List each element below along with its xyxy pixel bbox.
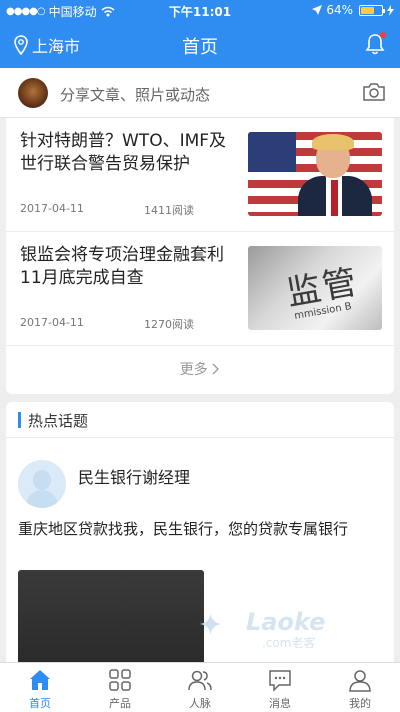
page-title: 首页 — [182, 37, 218, 58]
tab-label: 消息 — [269, 697, 291, 710]
contacts-icon — [188, 670, 212, 691]
battery-icon — [359, 4, 385, 16]
share-placeholder[interactable]: 分享文章、照片或动态 — [60, 84, 210, 105]
tab-label: 产品 — [109, 697, 131, 710]
watermark-logo: ✦ Laoke .com老客 — [198, 606, 348, 652]
news-title[interactable]: 银监会将专项治理金融套利 11月底完成自查 — [20, 244, 230, 290]
news-title[interactable]: 针对特朗普？WTO、IMF及世行联合警告贸易保护 — [20, 130, 230, 176]
tab-profile[interactable]: 我的 — [320, 663, 400, 712]
avatar-body — [26, 490, 58, 508]
news-card: 针对特朗普？WTO、IMF及世行联合警告贸易保护 2017-04-11 1411… — [6, 118, 394, 394]
avatar-head — [33, 470, 51, 490]
hot-topics-header: 热点话题 — [6, 402, 394, 438]
share-bar[interactable]: 分享文章、照片或动态 — [0, 68, 400, 118]
camera-icon[interactable] — [362, 82, 386, 102]
person-hair — [312, 134, 354, 150]
watermark-icon: ✦ — [198, 608, 224, 643]
flag-canton — [248, 132, 296, 172]
post-text[interactable]: 重庆地区贷款找我，民生银行，您的贷款专属银行 — [18, 518, 382, 540]
tab-label: 人脉 — [189, 697, 211, 710]
grid-icon — [109, 669, 131, 691]
news-thumbnail[interactable]: 监管 mmission B — [248, 246, 382, 330]
person-tie — [331, 180, 338, 216]
tab-label: 我的 — [349, 697, 371, 710]
author-name[interactable]: 民生银行谢经理 — [78, 464, 190, 488]
tab-label: 首页 — [29, 697, 51, 710]
notification-badge — [380, 32, 386, 38]
battery-fill — [361, 6, 374, 14]
tab-bar: 首页 产品 人脉 消息 我的 — [0, 662, 400, 712]
status-bar: ●●●●○ 中国移动 下午11:01 64% — [0, 0, 400, 20]
avatar[interactable] — [18, 78, 48, 108]
nav-bar: 上海市 首页 — [0, 20, 400, 68]
watermark-text: Laoke — [246, 608, 326, 636]
news-read-count: 1411阅读 — [144, 204, 194, 217]
news-item[interactable]: 银监会将专项治理金融套利 11月底完成自查 2017-04-11 1270阅读 … — [6, 232, 394, 346]
more-button[interactable]: 更多 — [6, 350, 394, 390]
hot-topics-title: 热点话题 — [28, 412, 89, 430]
post-image[interactable] — [18, 570, 204, 662]
message-icon — [269, 670, 291, 692]
news-read-count: 1270阅读 — [144, 318, 194, 331]
watermark-subtext: .com老客 — [262, 636, 316, 650]
tab-home[interactable]: 首页 — [0, 663, 80, 712]
news-date: 2017-04-11 — [20, 316, 84, 329]
status-right: 64% — [312, 3, 394, 17]
more-label: 更多 — [179, 362, 208, 378]
tab-products[interactable]: 产品 — [80, 663, 160, 712]
news-date: 2017-04-11 — [20, 202, 84, 215]
author-avatar[interactable] — [18, 460, 66, 508]
location-arrow-icon — [312, 5, 323, 15]
news-thumbnail[interactable] — [248, 132, 382, 216]
section-accent-bar — [18, 412, 21, 428]
home-icon — [30, 670, 50, 690]
notification-button[interactable] — [364, 32, 386, 56]
charging-icon — [387, 4, 394, 16]
battery-percent: 64% — [326, 3, 353, 17]
profile-icon — [349, 670, 371, 692]
tab-messages[interactable]: 消息 — [240, 663, 320, 712]
tab-contacts[interactable]: 人脉 — [160, 663, 240, 712]
chevron-right-icon — [212, 363, 220, 375]
news-item[interactable]: 针对特朗普？WTO、IMF及世行联合警告贸易保护 2017-04-11 1411… — [6, 118, 394, 232]
